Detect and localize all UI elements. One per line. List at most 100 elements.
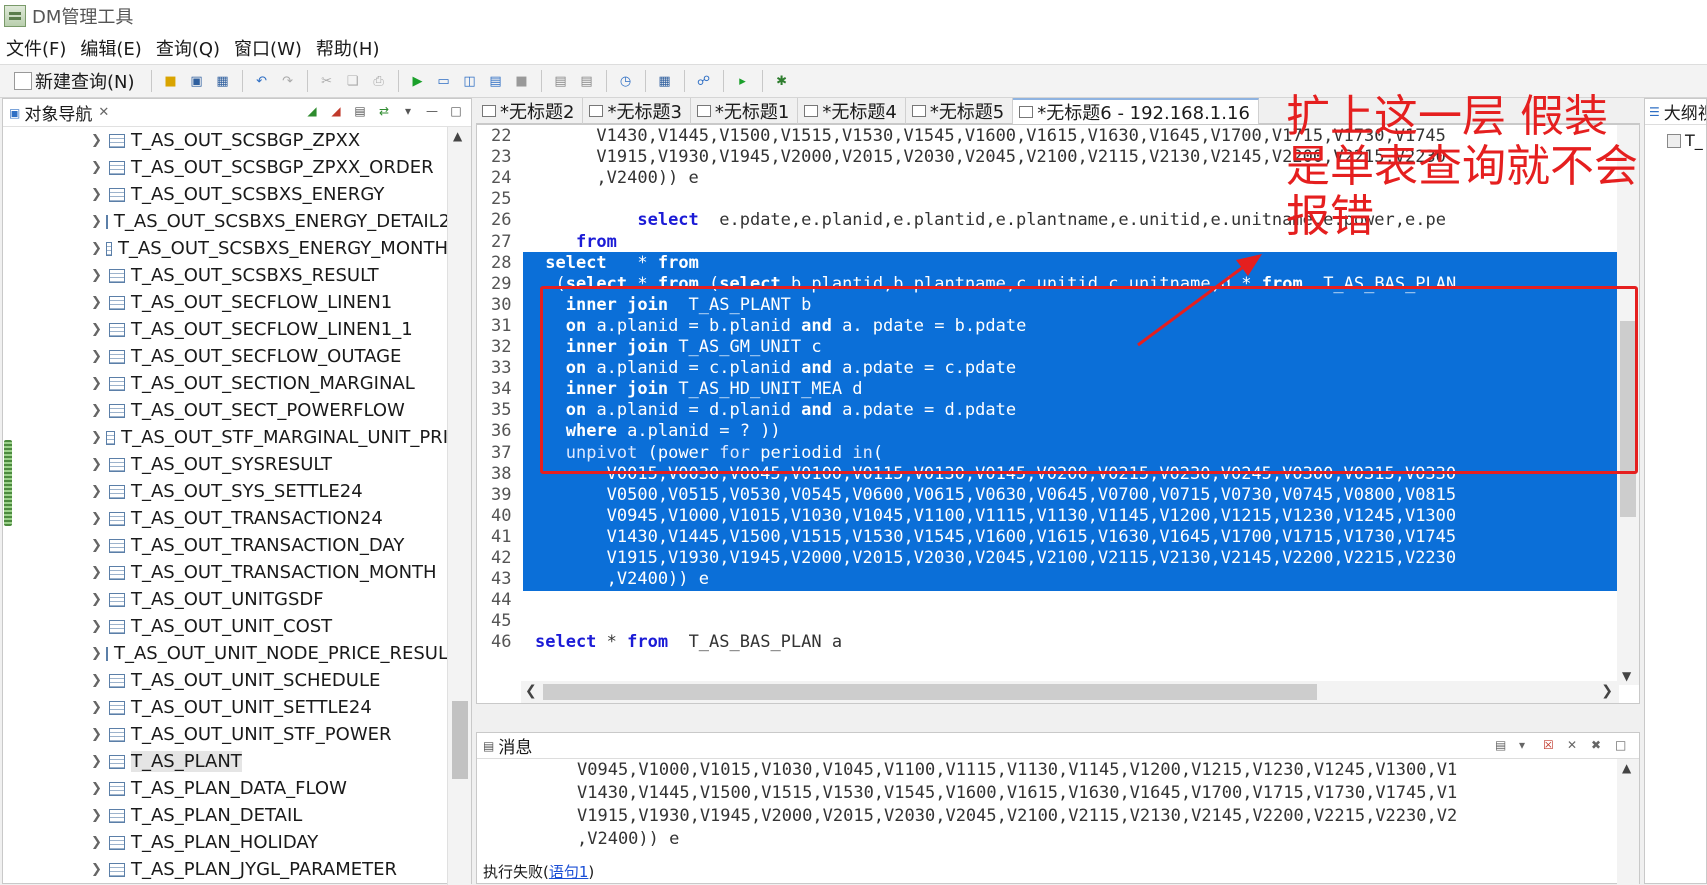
chevron-right-icon[interactable]: ❯ <box>91 376 105 391</box>
tree-item[interactable]: ❯ T_AS_OUT_SECFLOW_LINEN1_1 <box>3 316 448 343</box>
paste-icon[interactable]: ⎙ <box>369 71 389 91</box>
editor-vscroll-thumb[interactable] <box>1620 321 1636 517</box>
tree-item[interactable]: ❯ T_AS_OUT_SCSBXS_ENERGY_MONTH <box>3 235 448 262</box>
chevron-up-icon[interactable]: ▲ <box>1622 761 1631 775</box>
tree-item[interactable]: ❯ T_AS_OUT_SCSBGP_ZPXX <box>3 127 448 154</box>
tree-item[interactable]: ❯ T_AS_OUT_SCSBXS_RESULT <box>3 262 448 289</box>
chevron-right-icon[interactable]: ❯ <box>91 457 105 472</box>
open-folder-icon[interactable]: ■ <box>161 71 181 91</box>
maximize-icon[interactable]: □ <box>1615 738 1631 754</box>
chevron-right-icon[interactable]: ❯ <box>91 592 105 607</box>
code-line[interactable]: 46 select * from T_AS_BAS_PLAN a <box>477 631 1617 654</box>
code-line[interactable]: 44 <box>477 589 1617 612</box>
chevron-left-icon[interactable]: ❮ <box>525 683 537 699</box>
chevron-right-icon[interactable]: ❯ <box>91 808 105 823</box>
tree-item[interactable]: ❯ T_AS_OUT_UNIT_COST <box>3 613 448 640</box>
tree-item[interactable]: ❯ T_AS_PLAN_HOLIDAY <box>3 829 448 856</box>
chevron-right-icon[interactable]: ❯ <box>91 241 102 256</box>
tree-item[interactable]: ❯ T_AS_OUT_UNITGSDF <box>3 586 448 613</box>
chevron-right-icon[interactable]: ❯ <box>91 214 102 229</box>
code-line[interactable]: 36 where a.planid = ? )) <box>477 420 1617 443</box>
code-line[interactable]: 29 (select * from (select b.plantid,b.pl… <box>477 273 1617 296</box>
chevron-right-icon[interactable]: ❯ <box>91 835 105 850</box>
editor-tab[interactable]: *无标题6 - 192.168.1.16 <box>1013 98 1259 124</box>
chevron-right-icon[interactable]: ❯ <box>91 322 105 337</box>
step-icon[interactable]: ▸ <box>733 71 753 91</box>
tree-item[interactable]: ❯ T_AS_OUT_SYSRESULT <box>3 451 448 478</box>
tree-scroll-thumb[interactable] <box>452 701 468 779</box>
chevron-right-icon[interactable]: ❯ <box>91 862 105 877</box>
tree-item[interactable]: ❯ T_AS_OUT_SECFLOW_OUTAGE <box>3 343 448 370</box>
menu-window[interactable]: 窗口(W) <box>234 35 302 61</box>
code-line[interactable]: 34 inner join T_AS_HD_UNIT_MEA d <box>477 378 1617 401</box>
editor-tab[interactable]: *无标题1 <box>691 98 799 124</box>
tree-item[interactable]: ❯ T_AS_PLAN_DETAIL <box>3 802 448 829</box>
tree-item[interactable]: ❯ T_AS_PLAN_DATA_FLOW <box>3 775 448 802</box>
stop-icon[interactable]: ■ <box>512 71 532 91</box>
save-all-icon[interactable]: ▦ <box>213 71 233 91</box>
chevron-right-icon[interactable]: ❯ <box>91 754 105 769</box>
collapse-all-icon[interactable]: ▤ <box>351 104 369 120</box>
menu-file[interactable]: 文件(F) <box>6 35 66 61</box>
chevron-right-icon[interactable]: ❯ <box>91 538 105 553</box>
copy-icon[interactable]: ❏ <box>343 71 363 91</box>
chevron-right-icon[interactable]: ❯ <box>91 727 105 742</box>
code-line[interactable]: 41 V1430,V1445,V1500,V1515,V1530,V1545,V… <box>477 526 1617 549</box>
tree-item[interactable]: ❯ T_AS_OUT_UNIT_STF_POWER <box>3 721 448 748</box>
chevron-right-icon[interactable]: ❯ <box>91 619 105 634</box>
code-line[interactable]: 35 on a.planid = d.planid and a.pdate = … <box>477 399 1617 422</box>
code-line[interactable]: 38 V0015,V0030,V0045,V0100,V0115,V0130,V… <box>477 463 1617 486</box>
dropdown-icon[interactable]: ▾ <box>1519 738 1535 754</box>
tree-item[interactable]: ❯ T_AS_OUT_SECFLOW_LINEN1 <box>3 289 448 316</box>
editor-tab[interactable]: *无标题4 <box>798 98 906 124</box>
menu-edit[interactable]: 编辑(E) <box>80 35 141 61</box>
run-selected-icon[interactable]: ▭ <box>434 71 454 91</box>
menu-query[interactable]: 查询(Q) <box>156 35 220 61</box>
tree-item[interactable]: ❯ T_AS_OUT_TRANSACTION_MONTH <box>3 559 448 586</box>
chevron-right-icon[interactable]: ❯ <box>91 673 105 688</box>
editor-tab[interactable]: *无标题3 <box>583 98 691 124</box>
chevron-right-icon[interactable]: ❯ <box>91 700 105 715</box>
tree-item[interactable]: ❯ T_AS_OUT_UNIT_SCHEDULE <box>3 667 448 694</box>
cut-icon[interactable]: ✂ <box>317 71 337 91</box>
code-line[interactable]: 28 select * from <box>477 252 1617 275</box>
chevron-right-icon[interactable]: ❯ <box>91 484 105 499</box>
history-icon[interactable]: ◷ <box>616 71 636 91</box>
explain-icon[interactable]: ◫ <box>460 71 480 91</box>
chevron-right-icon[interactable]: ❯ <box>91 430 102 445</box>
chevron-right-icon[interactable]: ❯ <box>91 160 105 175</box>
chevron-right-icon[interactable]: ❯ <box>91 295 105 310</box>
chevron-down-icon[interactable]: ▼ <box>1622 669 1631 683</box>
chevron-right-icon[interactable]: ❯ <box>1601 683 1613 699</box>
maximize-icon[interactable]: □ <box>447 104 465 120</box>
tree-item[interactable]: ❯ T_AS_OUT_SECT_POWERFLOW <box>3 397 448 424</box>
chevron-right-icon[interactable]: ❯ <box>91 268 105 283</box>
side-grip-handle[interactable] <box>4 440 12 526</box>
tree-item[interactable]: ❯ T_AS_OUT_UNIT_NODE_PRICE_RESUL <box>3 640 448 667</box>
filter-clear-icon[interactable]: ◢ <box>327 104 345 120</box>
format-icon[interactable]: ▤ <box>551 71 571 91</box>
messages-scrollbar[interactable]: ▲ <box>1617 759 1639 885</box>
chevron-right-icon[interactable]: ❯ <box>91 349 105 364</box>
chevron-right-icon[interactable]: ❯ <box>91 781 105 796</box>
tree-item[interactable]: ❯ T_AS_OUT_UNIT_SETTLE24 <box>3 694 448 721</box>
chevron-right-icon[interactable]: ❯ <box>91 511 105 526</box>
run-icon[interactable]: ▶ <box>408 71 428 91</box>
tree-scrollbar[interactable]: ▲ <box>447 127 471 885</box>
statement-link[interactable]: 语句1 <box>549 863 589 881</box>
minimize-icon[interactable]: — <box>423 104 441 120</box>
tree-item[interactable]: ❯ T_AS_PLANT <box>3 748 448 775</box>
chevron-right-icon[interactable]: ❯ <box>91 403 105 418</box>
comment-icon[interactable]: ▤ <box>577 71 597 91</box>
undo-icon[interactable]: ↶ <box>252 71 272 91</box>
code-line[interactable]: 39 V0500,V0515,V0530,V0545,V0600,V0615,V… <box>477 484 1617 507</box>
chevron-right-icon[interactable]: ❯ <box>91 187 105 202</box>
code-line[interactable]: 31 on a.planid = b.planid and a. pdate =… <box>477 315 1617 338</box>
code-line[interactable]: 42 V1915,V1930,V1945,V2000,V2015,V2030,V… <box>477 547 1617 570</box>
run-script-icon[interactable]: ▤ <box>486 71 506 91</box>
menu-help[interactable]: 帮助(H) <box>316 35 380 61</box>
console-icon[interactable]: ▤ <box>1495 738 1511 754</box>
code-line[interactable]: 32 inner join T_AS_GM_UNIT c <box>477 336 1617 359</box>
editor-hscroll-thumb[interactable] <box>543 684 1317 700</box>
code-line[interactable]: 33 on a.planid = c.planid and a.pdate = … <box>477 357 1617 380</box>
